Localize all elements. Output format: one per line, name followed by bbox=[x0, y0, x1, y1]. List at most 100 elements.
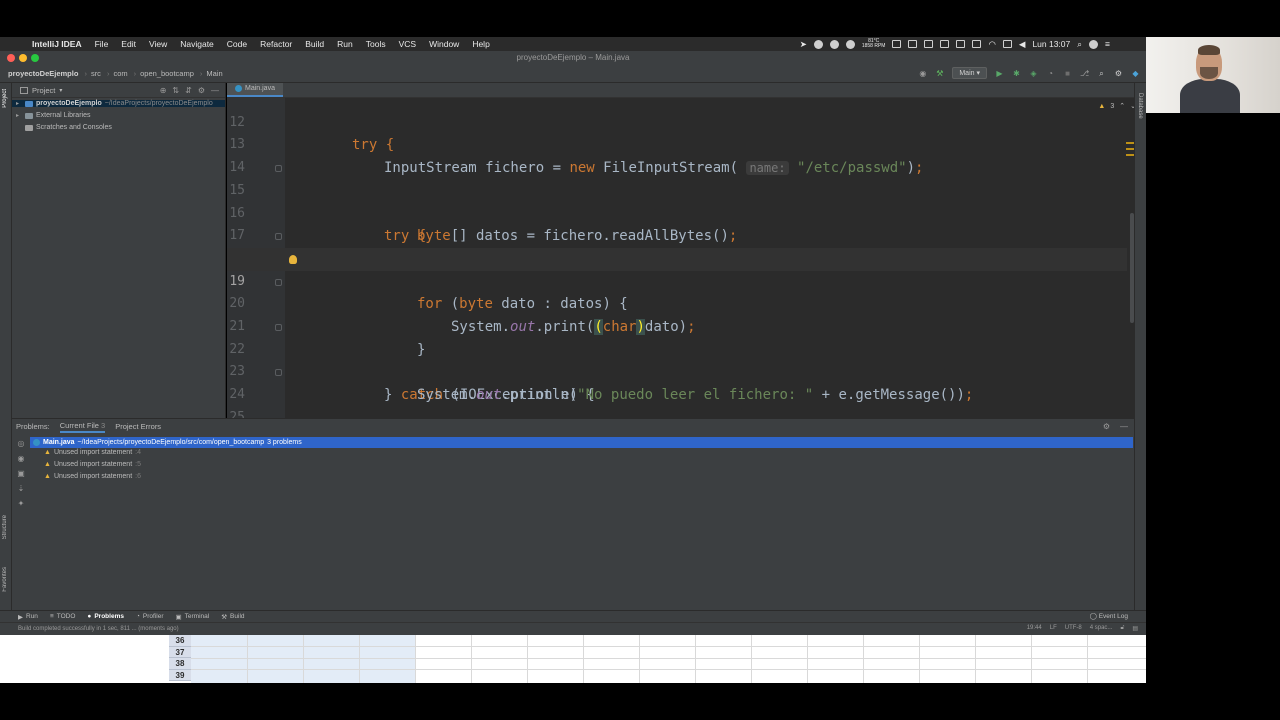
menu-vcs[interactable]: VCS bbox=[399, 39, 416, 49]
spotlight-search-icon[interactable]: ⌕ bbox=[1077, 39, 1082, 50]
debug-icon[interactable]: ✱ bbox=[1012, 69, 1021, 78]
hide-icon[interactable]: — bbox=[1120, 422, 1128, 431]
code-line-current[interactable]: 19 System.out.print((char)dato); bbox=[227, 247, 1127, 335]
location-arrow-icon[interactable]: ➤ bbox=[800, 39, 807, 50]
warning-stripe-mark[interactable] bbox=[1126, 148, 1134, 150]
menu-help[interactable]: Help bbox=[472, 39, 489, 49]
structure-tool-tab[interactable]: Structure bbox=[2, 515, 8, 539]
warning-stripe-mark[interactable] bbox=[1126, 142, 1134, 144]
menu-file[interactable]: File bbox=[95, 39, 109, 49]
warning-stripe-mark[interactable] bbox=[1126, 154, 1134, 156]
settings-gear-icon[interactable]: ⚙ bbox=[1103, 422, 1110, 431]
airplay-icon[interactable] bbox=[1002, 40, 1012, 48]
menu-navigate[interactable]: Navigate bbox=[180, 39, 214, 49]
close-window-button[interactable] bbox=[7, 54, 15, 62]
row-header[interactable]: 38 bbox=[169, 658, 191, 670]
minimize-window-button[interactable] bbox=[19, 54, 27, 62]
tray-app-icon[interactable] bbox=[813, 39, 823, 49]
filter-icon[interactable]: ▣ bbox=[17, 469, 25, 478]
code-line[interactable]: 26 } catch (FileNotFoundException e) { bbox=[227, 407, 1127, 418]
search-icon[interactable]: ⌕ bbox=[1097, 69, 1106, 78]
fold-marker[interactable] bbox=[275, 165, 282, 173]
tab-project-errors[interactable]: Project Errors bbox=[115, 422, 161, 431]
line-separator[interactable]: LF bbox=[1050, 625, 1057, 632]
eye-icon[interactable]: ◎ bbox=[18, 439, 25, 448]
code-line[interactable]: 15 try { bbox=[227, 157, 1127, 244]
chevron-right-icon[interactable]: ▸ bbox=[16, 112, 22, 119]
row-header[interactable]: 36 bbox=[169, 635, 191, 647]
row-header[interactable]: 37 bbox=[169, 646, 191, 658]
problem-item[interactable]: ▲ Unused import statement :4 bbox=[44, 449, 141, 456]
code-line[interactable]: 20 } bbox=[227, 271, 1127, 358]
database-tool-tab[interactable]: Database bbox=[1137, 93, 1143, 119]
problem-item[interactable]: ▲ Unused import statement :5 bbox=[44, 461, 141, 468]
preview-icon[interactable]: ◉ bbox=[18, 454, 25, 463]
tray-app-icon[interactable] bbox=[829, 39, 839, 49]
status-message[interactable]: Build completed successfully in 1 sec, 8… bbox=[18, 626, 179, 632]
breadcrumb-project[interactable]: proyectoDeEjemplo bbox=[8, 69, 78, 78]
fold-marker[interactable] bbox=[275, 278, 282, 286]
user-icon[interactable]: ◉ bbox=[918, 69, 927, 78]
menu-refactor[interactable]: Refactor bbox=[260, 39, 292, 49]
tab-current-file[interactable]: Current File 3 bbox=[59, 421, 106, 433]
fold-marker[interactable] bbox=[275, 369, 282, 377]
memory-icon[interactable]: ▤ bbox=[1132, 625, 1138, 632]
hide-icon[interactable]: — bbox=[211, 86, 219, 95]
code-line[interactable]: 17 bbox=[227, 203, 1127, 243]
run-tool-button[interactable]: ▶ Run bbox=[18, 613, 38, 621]
tray-app-icon[interactable] bbox=[972, 40, 982, 48]
collapse-all-icon[interactable]: ⇵ bbox=[185, 86, 192, 95]
breadcrumb-package[interactable]: open_bootcamp bbox=[140, 69, 194, 78]
control-center-icon[interactable]: ≡ bbox=[1105, 39, 1110, 49]
menu-build[interactable]: Build bbox=[305, 39, 324, 49]
profiler-tool-button[interactable]: ◔ Profiler bbox=[136, 613, 164, 620]
code-line[interactable]: 25 bbox=[227, 384, 1127, 418]
menu-run[interactable]: Run bbox=[337, 39, 353, 49]
menu-window[interactable]: Window bbox=[429, 39, 459, 49]
volume-icon[interactable]: ◀ bbox=[1019, 39, 1026, 50]
code-line[interactable]: 21 bbox=[227, 293, 1127, 334]
breadcrumb-com[interactable]: com bbox=[113, 69, 127, 78]
caret-position[interactable]: 19:44 bbox=[1027, 625, 1042, 632]
problem-file-row[interactable]: Main.java ~/IdeaProjects/proyectoDeEjemp… bbox=[30, 437, 1133, 448]
chevron-right-icon[interactable]: ▸ bbox=[16, 100, 22, 107]
user-avatar-icon[interactable] bbox=[1089, 39, 1099, 49]
breadcrumb-src[interactable]: src bbox=[91, 69, 101, 78]
code-line[interactable]: 16 byte[] datos = fichero.readAllBytes()… bbox=[227, 180, 1127, 245]
settings-gear-icon[interactable]: ⚙ bbox=[1114, 69, 1123, 78]
event-log-button[interactable]: ◯ Event Log bbox=[1090, 612, 1128, 620]
build-tool-button[interactable]: ⚒ Build bbox=[221, 613, 244, 621]
temperature-readout[interactable]: 81°C 1858 RPM bbox=[862, 39, 886, 49]
cloud-icon[interactable] bbox=[892, 40, 902, 48]
coverage-icon[interactable]: ◈ bbox=[1029, 69, 1038, 78]
fold-marker[interactable] bbox=[275, 324, 282, 331]
chevron-down-icon[interactable]: ▾ bbox=[59, 87, 62, 94]
lock-icon[interactable]: 🔓︎ bbox=[1120, 625, 1124, 632]
code-line[interactable]: 12 try { bbox=[227, 89, 1127, 154]
zoom-window-button[interactable] bbox=[31, 54, 39, 62]
tray-app-icon[interactable] bbox=[940, 40, 950, 48]
tree-item-scratches[interactable]: Scratches and Consoles bbox=[16, 124, 112, 131]
wifi-icon[interactable]: ◠ bbox=[988, 39, 995, 50]
menu-tools[interactable]: Tools bbox=[366, 39, 386, 49]
fold-marker[interactable] bbox=[275, 233, 282, 241]
expand-all-icon[interactable]: ⇅ bbox=[172, 86, 179, 95]
menu-edit[interactable]: Edit bbox=[121, 39, 136, 49]
git-icon[interactable]: ⎇ bbox=[1080, 69, 1089, 78]
problems-tool-button[interactable]: ● Problems bbox=[87, 613, 124, 620]
code-line[interactable]: 13 InputStream fichero = new FileInputSt… bbox=[227, 112, 1127, 176]
locate-icon[interactable]: ⊕ bbox=[160, 86, 167, 95]
file-encoding[interactable]: UTF-8 bbox=[1065, 625, 1082, 632]
run-configuration-select[interactable]: Main ▾ bbox=[952, 67, 987, 79]
tree-item-external-libraries[interactable]: ▸ External Libraries bbox=[16, 112, 90, 119]
scroll-icon[interactable]: ⇣ bbox=[18, 484, 25, 493]
intention-bulb-icon[interactable] bbox=[289, 254, 297, 264]
clock[interactable]: Lun 13:07 bbox=[1032, 39, 1070, 49]
tray-app-icon[interactable] bbox=[908, 40, 918, 48]
project-panel-title[interactable]: Project bbox=[32, 86, 55, 95]
code-line[interactable]: 14 bbox=[227, 134, 1127, 175]
indent-setting[interactable]: 4 spac... bbox=[1090, 625, 1113, 632]
terminal-tool-button[interactable]: ▣ Terminal bbox=[176, 613, 210, 621]
code-line[interactable]: 24 } bbox=[227, 361, 1127, 402]
mail-icon[interactable] bbox=[956, 40, 966, 48]
